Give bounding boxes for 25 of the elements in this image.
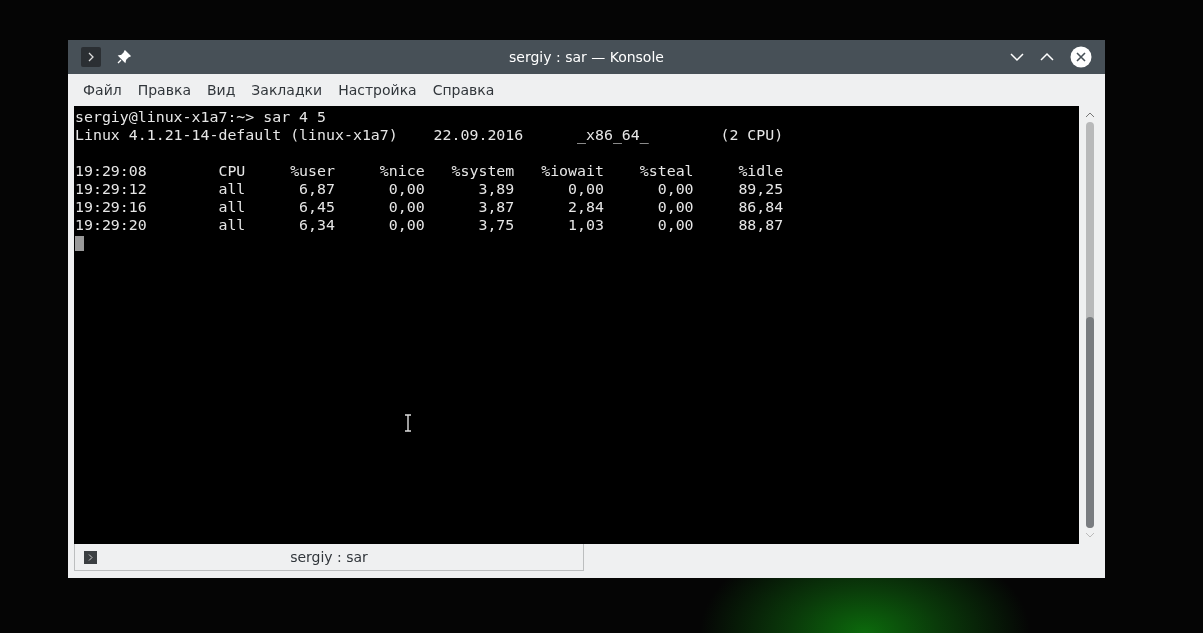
menu-item[interactable]: Правка [130, 82, 200, 98]
tab-label: sergiy : sar [290, 549, 368, 565]
maximize-icon[interactable] [1040, 52, 1054, 62]
session-tab[interactable]: sergiy : sar [74, 544, 584, 571]
terminal-icon[interactable] [81, 47, 101, 67]
terminal-line: 19:29:20 all 6,34 0,00 3,75 1,03 0,00 88,87 [74, 216, 785, 234]
text-cursor [75, 236, 84, 251]
menu-item[interactable]: Файл [76, 82, 131, 98]
i-beam-cursor-icon [404, 414, 412, 432]
window-title: sergiy : sar — Konsole [508, 49, 665, 65]
terminal-line: Linux 4.1.21-14-default (linux-x1a7) 22.09.2016 _x86_64_ (2 CPU) [74, 126, 785, 144]
terminal-line: 19:29:12 all 6,87 0,00 3,89 0,00 0,00 89,25 [74, 180, 785, 198]
terminal-line: sergiy@linux-x1a7:~> sar 4 5 [74, 108, 328, 126]
minimize-icon[interactable] [1010, 52, 1024, 62]
scrollbar-thumb[interactable] [1086, 317, 1094, 528]
menu-item[interactable]: Закладки [244, 82, 332, 98]
menu-item[interactable]: Справка [425, 82, 504, 98]
menu-item[interactable]: Настройка [331, 82, 426, 98]
terminal-line: 19:29:16 all 6,45 0,00 3,87 2,84 0,00 86,84 [74, 198, 785, 216]
pin-icon[interactable] [117, 50, 131, 64]
close-icon[interactable] [1070, 46, 1092, 68]
scroll-up-icon[interactable] [1085, 112, 1095, 118]
terminal-line: 19:29:08 CPU %user %nice %system %iowait %steal %idle [74, 162, 785, 180]
menu-item[interactable]: Вид [199, 82, 245, 98]
terminal-icon [84, 550, 97, 564]
